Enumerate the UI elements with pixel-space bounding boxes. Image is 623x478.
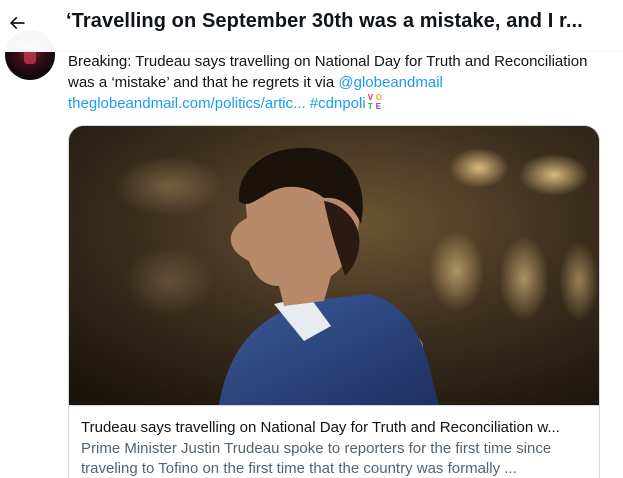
link-preview-card[interactable]: Trudeau says travelling on National Day … xyxy=(68,125,600,478)
top-bar: ‘Travelling on September 30th was a mist… xyxy=(0,0,623,52)
hashtag-link[interactable]: #cdnpoli xyxy=(310,95,366,112)
vote-emoji-letter-o: O xyxy=(375,93,382,102)
card-title: Trudeau says travelling on National Day … xyxy=(81,419,560,436)
vote-emoji-icon: VOTE xyxy=(368,94,384,112)
arrow-left-icon xyxy=(9,16,25,30)
card-meta: Trudeau says travelling on National Day … xyxy=(69,405,599,478)
vote-emoji-letter-t: T xyxy=(367,102,373,111)
card-description: Prime Minister Justin Trudeau spoke to r… xyxy=(81,440,552,477)
card-image xyxy=(69,126,599,405)
mention-link[interactable]: @globeandmail xyxy=(338,74,442,91)
vote-emoji-letter-e: E xyxy=(375,102,382,111)
page-title: ‘Travelling on September 30th was a mist… xyxy=(66,10,583,32)
card-photo xyxy=(69,126,599,405)
back-button[interactable] xyxy=(2,8,32,38)
tweet-body: Breaking: Trudeau says travelling on Nat… xyxy=(68,53,588,91)
tweet-detail-page: ‘Travelling on September 30th was a mist… xyxy=(0,0,623,478)
article-link[interactable]: theglobeandmail.com/politics/artic... xyxy=(68,95,306,112)
vote-emoji-letter-v: V xyxy=(367,93,374,102)
tweet-text: Breaking: Trudeau says travelling on Nat… xyxy=(68,51,588,114)
